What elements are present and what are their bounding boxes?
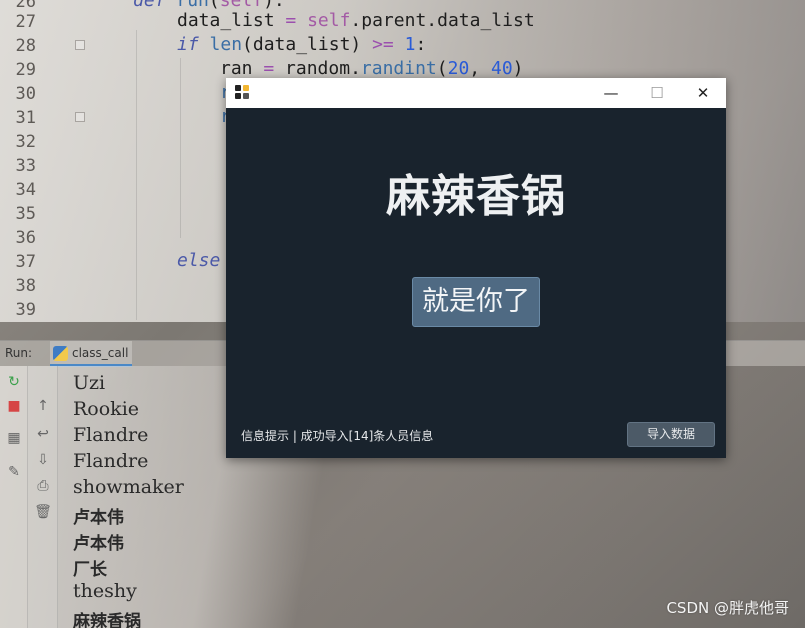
fold-marker[interactable] xyxy=(75,40,85,50)
arrow-up-icon[interactable]: ↑ xyxy=(33,396,53,416)
line-number: 34 xyxy=(15,180,36,200)
line-number-gutter: 26 27 28 29 30 31 32 33 34 35 36 37 38 3… xyxy=(0,0,52,322)
code-line-28: if len(data_list) >= 1: xyxy=(177,34,427,55)
app-icon xyxy=(235,85,251,101)
maximize-button[interactable]: ☐ xyxy=(634,78,680,108)
line-number: 39 xyxy=(15,300,36,320)
console-line: Uzi xyxy=(73,372,106,394)
close-button[interactable]: ✕ xyxy=(680,78,726,108)
line-number: 29 xyxy=(15,60,36,80)
run-tab-class-call[interactable]: class_call xyxy=(50,341,133,367)
stop-icon[interactable]: ■ xyxy=(4,396,24,416)
console-line: 厂长 xyxy=(73,560,107,580)
line-number: 35 xyxy=(15,204,36,224)
console-line: 麻辣香锅 xyxy=(73,612,141,628)
line-number: 26 xyxy=(15,0,36,12)
minimize-button[interactable]: — xyxy=(588,78,634,108)
import-data-button[interactable]: 导入数据 xyxy=(627,422,715,447)
line-number: 30 xyxy=(15,84,36,104)
picked-name-title: 麻辣香锅 xyxy=(386,171,566,222)
console-line: 卢本伟 xyxy=(73,508,124,528)
line-number: 31 xyxy=(15,108,36,128)
pick-button[interactable]: 就是你了 xyxy=(412,277,540,327)
run-side-toolbar: ↻ ■ ▦ ✎ xyxy=(0,366,28,628)
status-message: 信息提示 | 成功导入[14]条人员信息 xyxy=(241,429,434,443)
run-tab-label: class_call xyxy=(72,346,129,360)
console-line: Flandre xyxy=(73,424,149,446)
console-line: Rookie xyxy=(73,398,140,420)
code-line-37: else xyxy=(177,250,221,271)
watermark: CSDN @胖虎他哥 xyxy=(666,599,789,617)
window-titlebar[interactable]: — ☐ ✕ xyxy=(226,78,726,108)
soft-wrap-icon[interactable]: ↩ xyxy=(33,424,53,444)
line-number: 36 xyxy=(15,228,36,248)
indent-guide xyxy=(180,58,181,238)
console-line: showmaker xyxy=(73,476,184,498)
rerun-icon[interactable]: ↻ xyxy=(4,372,24,392)
run-side-toolbar-2: ↑ ↩ ⇩ ⎙ 🗑 xyxy=(28,366,58,628)
console-line: Flandre xyxy=(73,450,149,472)
line-number: 38 xyxy=(15,276,36,296)
console-line: theshy xyxy=(73,580,137,602)
python-icon xyxy=(53,346,68,361)
pin-icon[interactable]: ✎ xyxy=(4,462,24,482)
line-number: 28 xyxy=(15,36,36,56)
random-picker-window: — ☐ ✕ 麻辣香锅 就是你了 信息提示 | 成功导入[14]条人员信息 导入数… xyxy=(226,78,726,458)
layout-icon[interactable]: ▦ xyxy=(4,428,24,448)
scroll-to-end-icon[interactable]: ⇩ xyxy=(33,450,53,470)
run-label: Run: xyxy=(5,346,33,360)
line-number: 27 xyxy=(15,12,36,32)
fold-marker[interactable] xyxy=(75,112,85,122)
line-number: 32 xyxy=(15,132,36,152)
print-icon[interactable]: ⎙ xyxy=(33,476,53,496)
code-line-29: ran = random.randint(20, 40) xyxy=(220,58,524,79)
line-number: 37 xyxy=(15,252,36,272)
trash-icon[interactable]: 🗑 xyxy=(33,502,53,522)
console-line: 卢本伟 xyxy=(73,534,124,554)
indent-guide xyxy=(136,30,137,320)
code-line-27: data_list = self.parent.data_list xyxy=(177,10,535,31)
line-number: 33 xyxy=(15,156,36,176)
